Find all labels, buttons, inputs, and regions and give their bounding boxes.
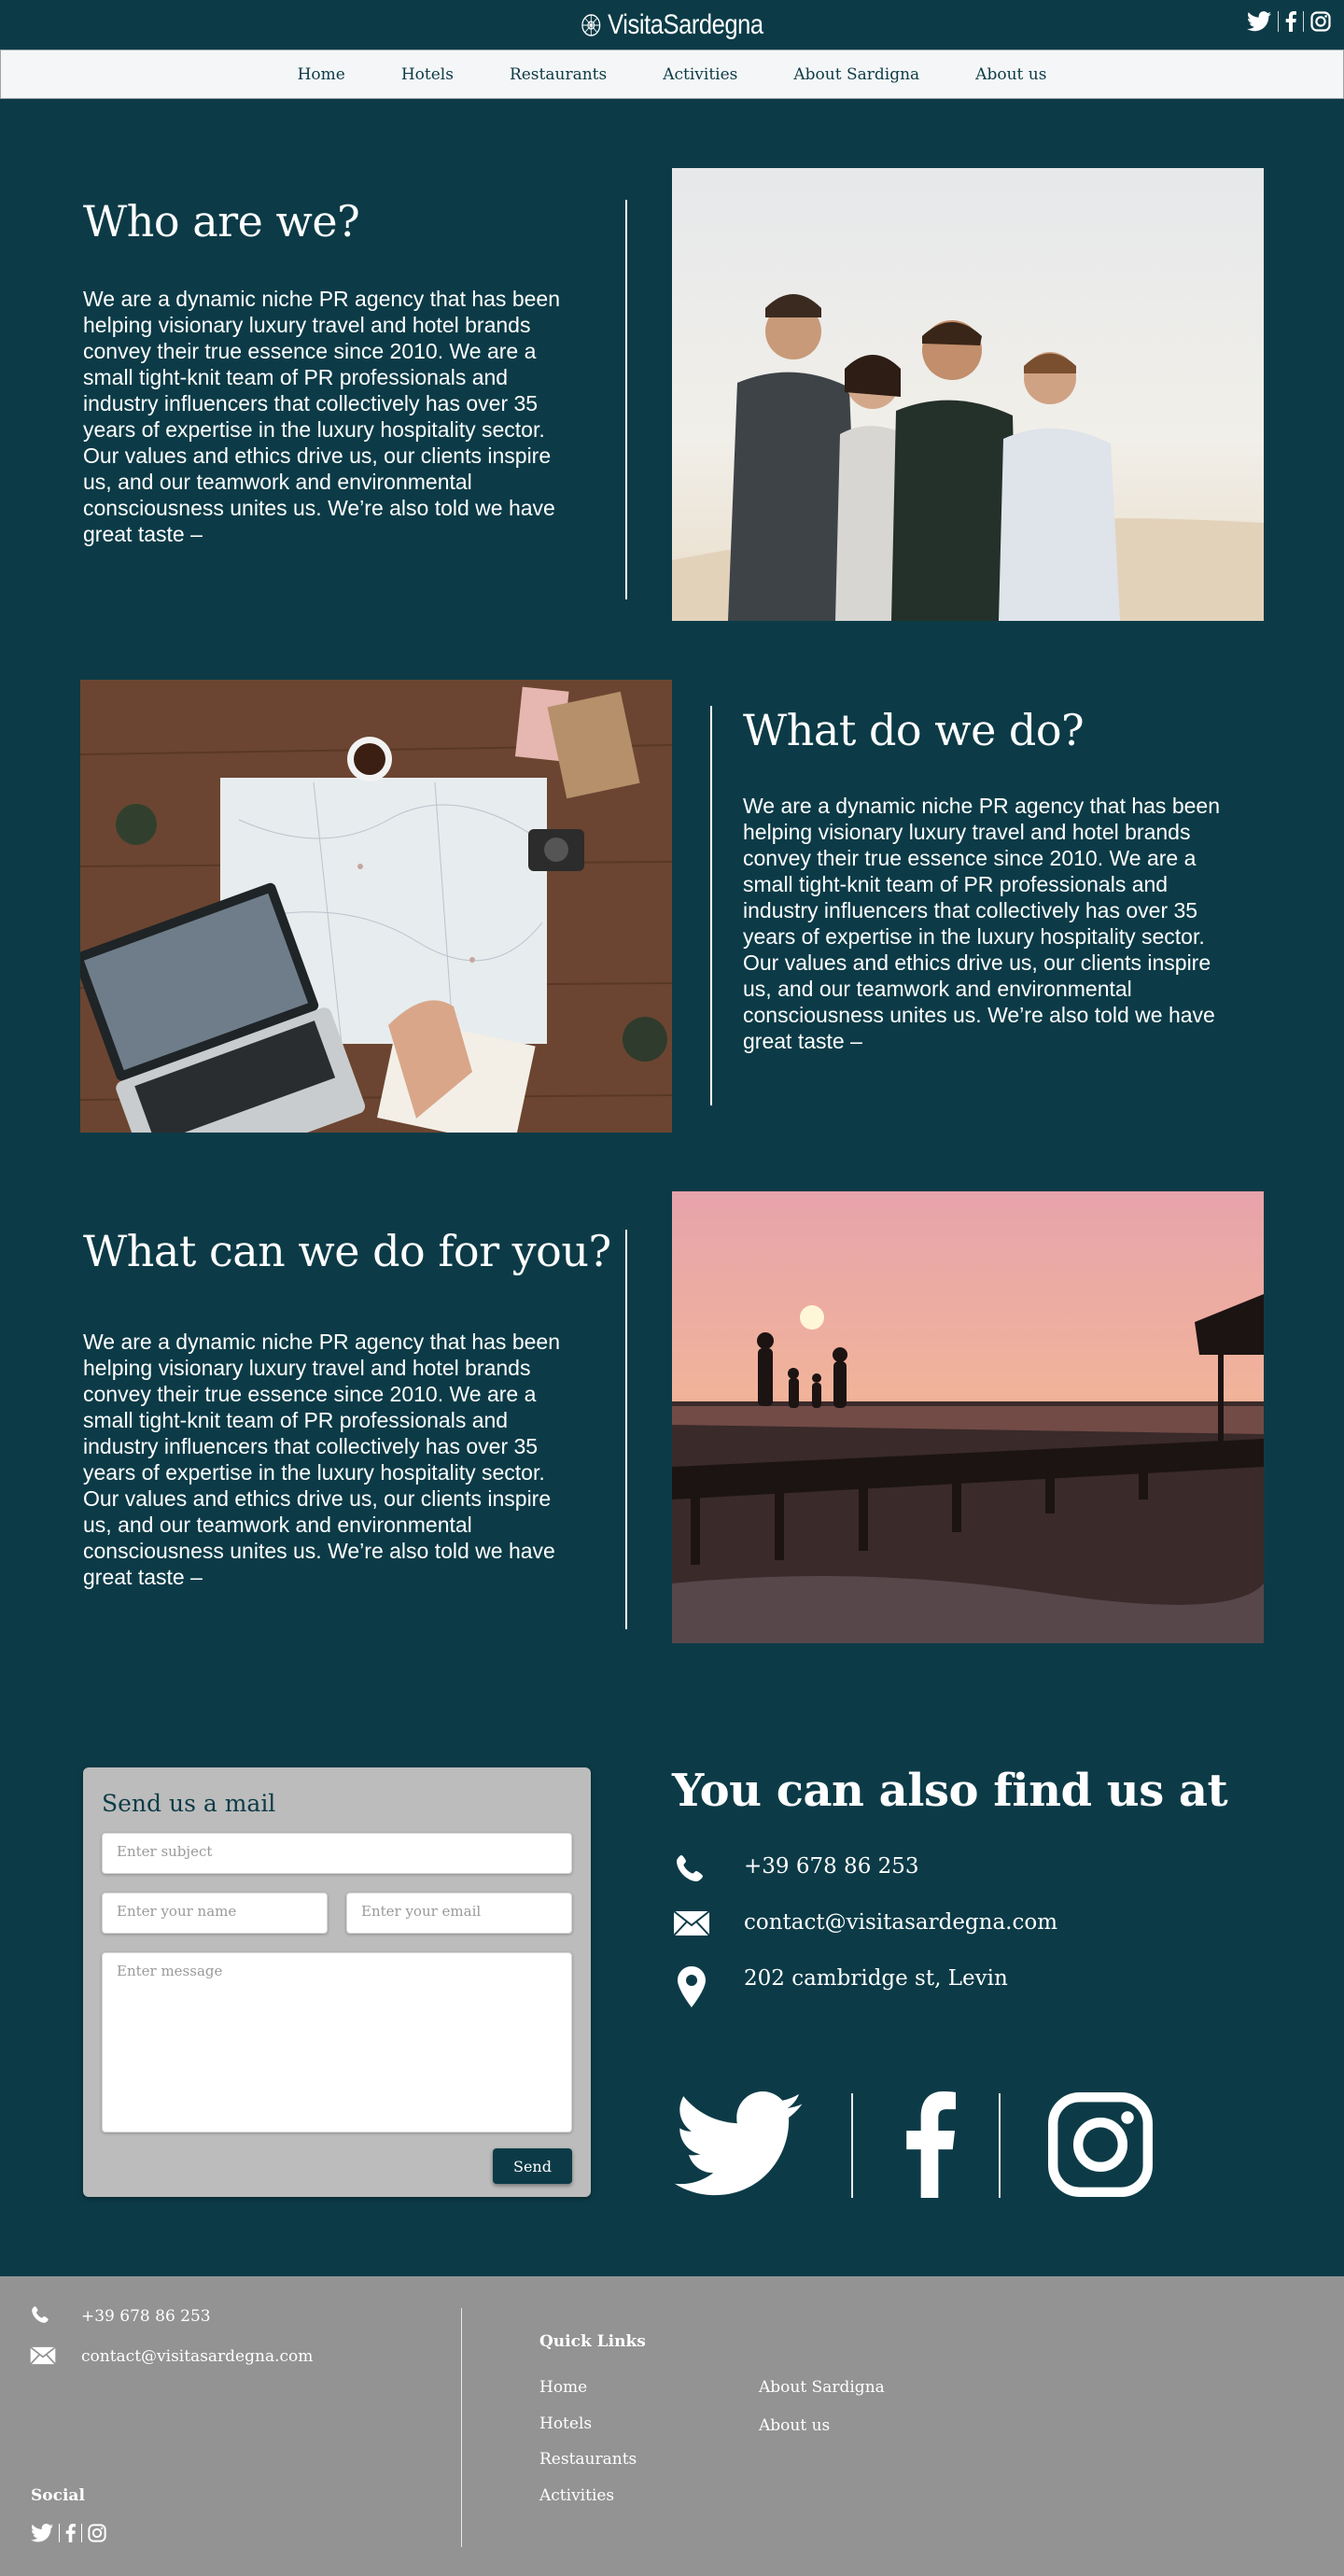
instagram-icon[interactable]: [1310, 11, 1331, 32]
footer-link-about-sardigna[interactable]: About Sardigna: [759, 2378, 885, 2397]
nav-about-us[interactable]: About us: [947, 65, 1074, 84]
top-bar: VisitaSardegna: [0, 0, 1344, 49]
brand-logo[interactable]: VisitaSardegna: [581, 9, 763, 41]
nav-about-sardigna[interactable]: About Sardigna: [765, 65, 947, 84]
section-title-who: Who are we?: [83, 196, 360, 246]
mail-form-title: Send us a mail: [102, 1790, 276, 1817]
twitter-icon[interactable]: [1247, 11, 1271, 32]
instagram-icon[interactable]: [88, 2524, 106, 2542]
divider: [81, 2524, 82, 2542]
facebook-icon[interactable]: [65, 2524, 76, 2542]
footer-divider: [461, 2308, 462, 2547]
footer-email[interactable]: contact@visitasardegna.com: [81, 2347, 313, 2366]
footer: +39 678 86 253 contact@visitasardegna.co…: [0, 2276, 1344, 2576]
footer-link-about-us[interactable]: About us: [759, 2416, 830, 2435]
nav-activities[interactable]: Activities: [635, 65, 765, 84]
twitter-icon[interactable]: [672, 2091, 805, 2198]
divider: [59, 2524, 60, 2542]
nav-restaurants[interactable]: Restaurants: [482, 65, 635, 84]
instagram-icon[interactable]: [1047, 2091, 1154, 2198]
footer-link-home[interactable]: Home: [539, 2378, 587, 2397]
footer-link-activities[interactable]: Activities: [539, 2486, 614, 2505]
page-spacer: [0, 99, 1344, 2576]
footer-link-restaurants[interactable]: Restaurants: [539, 2450, 637, 2469]
footer-link-hotels[interactable]: Hotels: [539, 2414, 592, 2433]
quick-links-heading: Quick Links: [539, 2332, 646, 2351]
nav-home[interactable]: Home: [270, 65, 373, 84]
mail-form: Send us a mail Enter subject Enter your …: [83, 1767, 591, 2197]
send-button[interactable]: Send: [493, 2148, 572, 2184]
footer-phone[interactable]: +39 678 86 253: [81, 2307, 211, 2326]
nav-hotels[interactable]: Hotels: [373, 65, 482, 84]
subject-input[interactable]: Enter subject: [102, 1833, 572, 1874]
brand-name: VisitaSardegna: [608, 8, 763, 40]
footer-social-links: [31, 2524, 106, 2542]
divider: [1278, 11, 1279, 32]
twitter-icon[interactable]: [31, 2524, 53, 2542]
facebook-icon[interactable]: [1285, 11, 1296, 32]
main-nav: Home Hotels Restaurants Activities About…: [0, 49, 1344, 99]
facebook-icon[interactable]: [903, 2091, 956, 2198]
message-textarea[interactable]: Enter message: [102, 1952, 572, 2133]
top-social-links: [1247, 11, 1331, 32]
footer-social-heading: Social: [31, 2486, 85, 2505]
phone-icon: [32, 2306, 49, 2323]
email-input[interactable]: Enter your email: [346, 1893, 572, 1934]
envelope-icon: [30, 2346, 56, 2365]
divider: [1303, 11, 1304, 32]
name-input[interactable]: Enter your name: [102, 1893, 328, 1934]
compass-logo-icon: [581, 13, 601, 36]
